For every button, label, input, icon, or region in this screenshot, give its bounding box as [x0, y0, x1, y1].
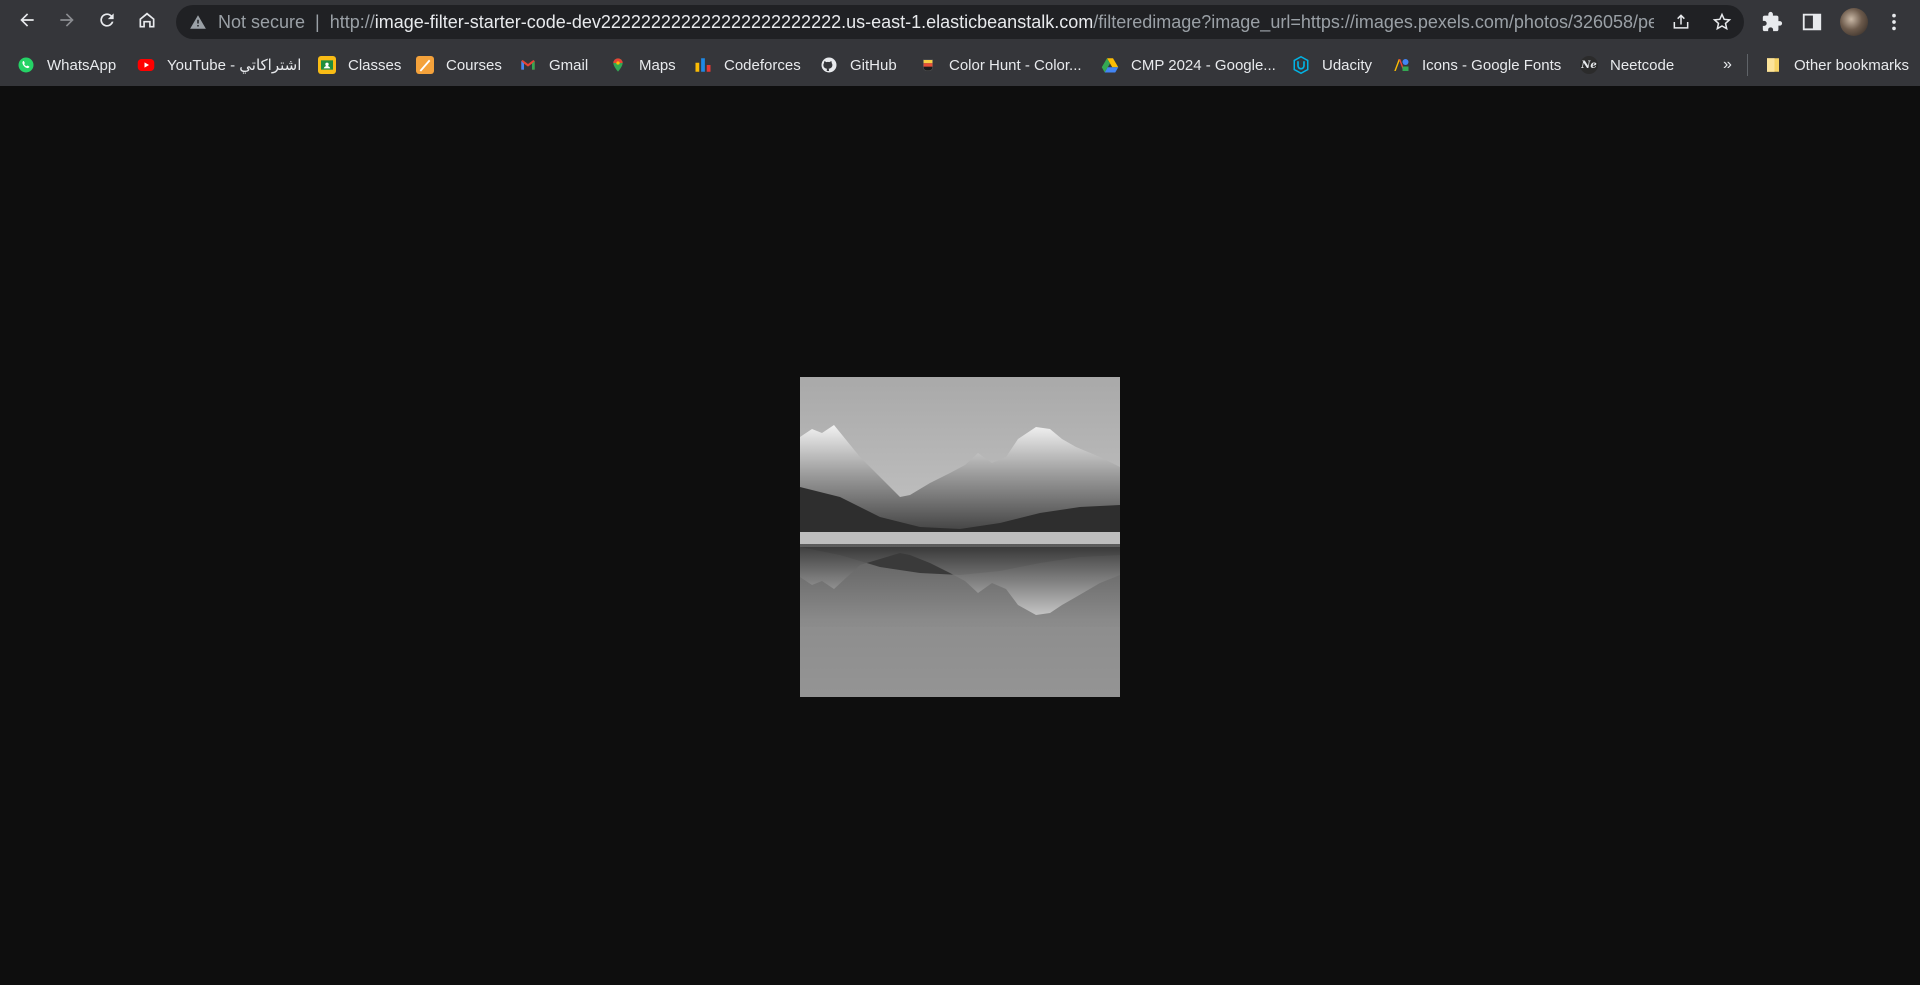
bookmark-classes[interactable]: Classes: [318, 55, 401, 75]
bookmark-colorhunt[interactable]: Color Hunt - Color...: [919, 55, 1082, 75]
bookmark-label: YouTube - اشتراكاتي: [167, 57, 302, 74]
home-icon: [137, 10, 157, 35]
neetcode-icon: Ne: [1580, 56, 1598, 74]
courses-icon: [416, 56, 434, 74]
bookmark-maps[interactable]: Maps: [609, 55, 676, 75]
bookmark-label: CMP 2024 - Google...: [1131, 56, 1276, 74]
puzzle-icon[interactable]: [1760, 10, 1784, 34]
bookmarks-divider: [1747, 54, 1748, 76]
colorhunt-icon: [919, 56, 937, 74]
bookmark-youtube[interactable]: YouTube - اشتراكاتي: [137, 55, 301, 75]
browser-chrome: Not secure | http://image-filter-starter…: [0, 0, 1920, 87]
url-path: /filteredimage?image_url=https://images.…: [1093, 11, 1654, 32]
bookmark-label: Udacity: [1322, 56, 1373, 74]
bookmark-label: Codeforces: [724, 56, 801, 74]
bookmark-courses[interactable]: Courses: [416, 55, 502, 75]
bookmark-codeforces[interactable]: Codeforces: [694, 55, 801, 75]
bookmark-udacity[interactable]: Udacity: [1292, 55, 1372, 75]
whatsapp-icon: [17, 56, 35, 74]
bookmark-label: WhatsApp: [47, 56, 117, 74]
security-label[interactable]: Not secure: [218, 12, 305, 33]
share-icon[interactable]: [1671, 12, 1691, 32]
classroom-icon: [318, 56, 336, 74]
bookmarks-bar: WhatsApp YouTube - اشتراكاتي Classes Cou…: [0, 44, 1920, 84]
bookmark-gmail[interactable]: Gmail: [519, 55, 588, 75]
google-fonts-icon: [1392, 56, 1410, 74]
bookmark-neetcode[interactable]: Ne Neetcode: [1580, 55, 1674, 75]
back-button[interactable]: [11, 6, 43, 38]
gmail-icon: [519, 56, 537, 74]
bookmark-label: Icons - Google Fonts: [1422, 56, 1562, 74]
bookmark-label: Maps: [639, 56, 676, 74]
arrow-left-icon: [17, 10, 37, 35]
folder-icon: [1764, 56, 1782, 74]
star-icon[interactable]: [1712, 12, 1732, 32]
bookmark-google-fonts[interactable]: Icons - Google Fonts: [1392, 55, 1561, 75]
bookmark-cmp-2024[interactable]: CMP 2024 - Google...: [1101, 55, 1276, 75]
chevron-double-right-icon: »: [1723, 56, 1732, 73]
browser-toolbar: Not secure | http://image-filter-starter…: [0, 0, 1920, 44]
maps-icon: [609, 56, 627, 74]
github-icon: [820, 56, 838, 74]
address-bar[interactable]: Not secure | http://image-filter-starter…: [176, 5, 1744, 39]
page-content: [0, 86, 1920, 985]
home-button[interactable]: [131, 6, 163, 38]
warning-triangle-icon[interactable]: [188, 12, 208, 32]
google-drive-icon: [1101, 56, 1119, 74]
arrow-right-icon: [57, 10, 77, 35]
bookmarks-overflow-button[interactable]: »: [1723, 55, 1732, 75]
reload-button[interactable]: [91, 6, 123, 38]
bookmark-label: Other bookmarks: [1794, 56, 1910, 74]
filtered-image[interactable]: [800, 377, 1120, 697]
udacity-icon: [1292, 55, 1310, 75]
profile-avatar[interactable]: [1840, 8, 1868, 36]
youtube-icon: [137, 56, 155, 74]
bookmark-label: Classes: [348, 56, 402, 74]
bookmark-github[interactable]: GitHub: [820, 55, 897, 75]
url-host: image-filter-starter-code-dev22222222222…: [374, 11, 1094, 32]
bookmark-whatsapp[interactable]: WhatsApp: [17, 55, 116, 75]
bookmark-label: Color Hunt - Color...: [949, 56, 1082, 74]
forward-button[interactable]: [51, 6, 83, 38]
codeforces-icon: [694, 56, 712, 74]
bookmark-label: GitHub: [850, 56, 897, 74]
bookmark-other-folder[interactable]: Other bookmarks: [1764, 55, 1909, 75]
reload-icon: [97, 10, 117, 35]
url-prefix: http://: [329, 11, 375, 32]
more-vertical-icon[interactable]: [1882, 10, 1906, 34]
url-text[interactable]: http://image-filter-starter-code-dev2222…: [330, 12, 1654, 33]
side-panel-icon[interactable]: [1800, 10, 1824, 34]
bookmark-label: Gmail: [549, 56, 589, 74]
omnibox-divider: |: [315, 11, 320, 32]
bookmark-label: Courses: [446, 56, 502, 74]
bookmark-label: Neetcode: [1610, 56, 1675, 74]
